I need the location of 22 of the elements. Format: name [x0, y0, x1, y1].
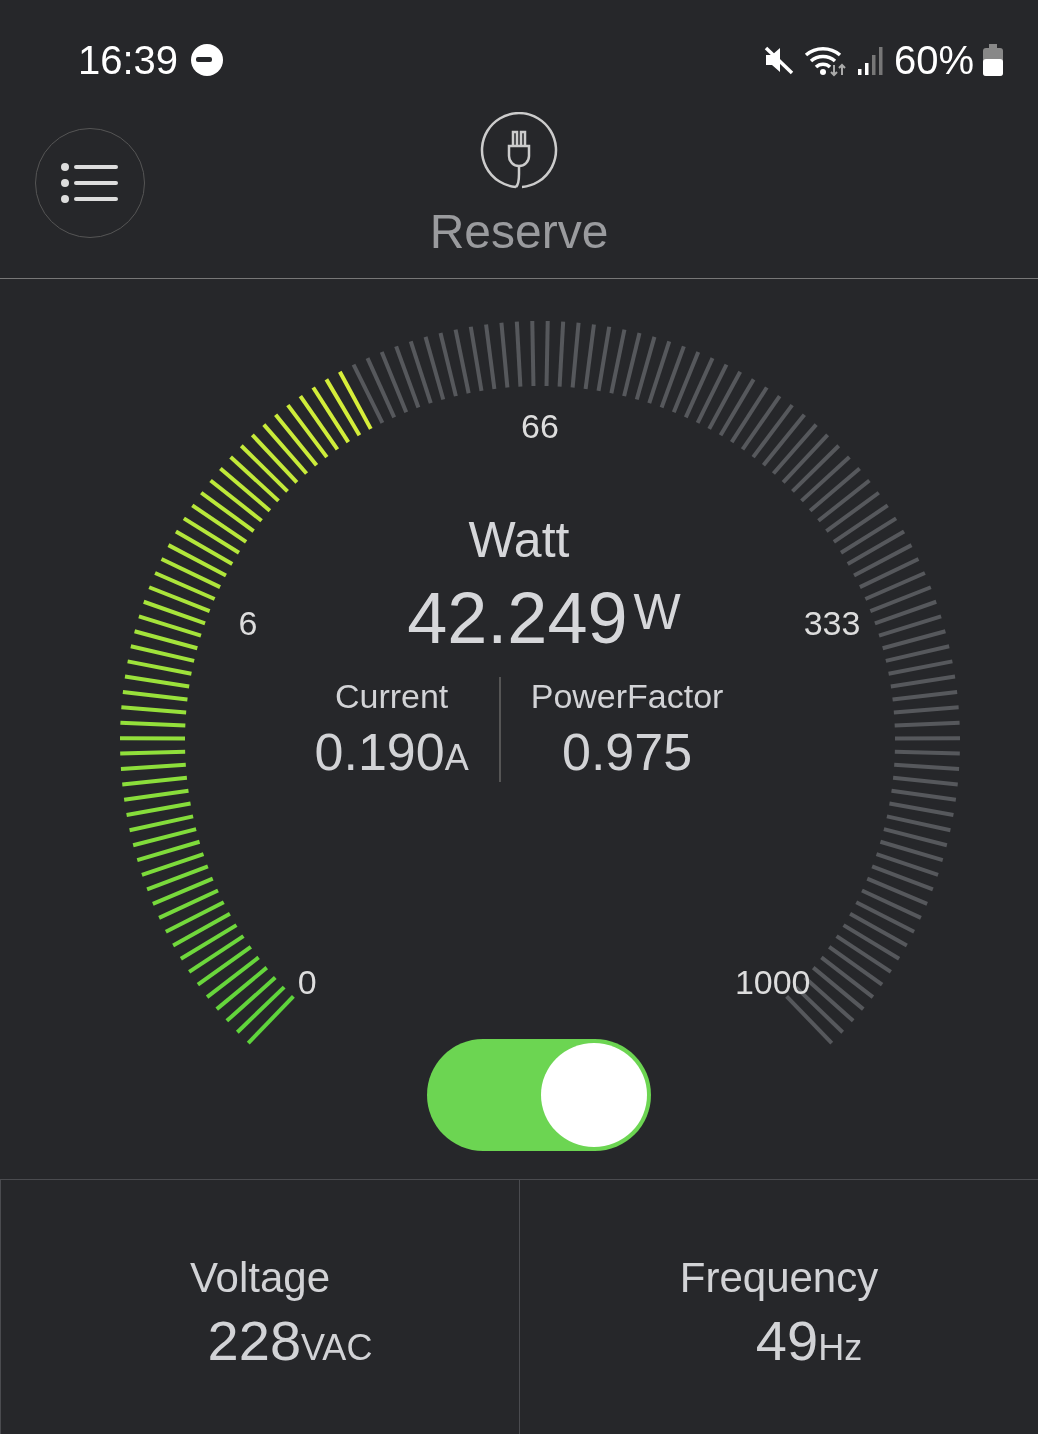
stat-value: 228VAC — [207, 1307, 373, 1373]
scale-label: 333 — [803, 603, 861, 643]
stat-label: Frequency — [679, 1253, 879, 1302]
scale-label: 66 — [521, 406, 559, 446]
watt-value: 42.249$^{W}$ — [407, 577, 681, 659]
reading-label: Current — [334, 677, 449, 716]
stat-label: Voltage — [189, 1253, 331, 1302]
scale-label: 6 — [238, 603, 258, 643]
reading-label: PowerFactor — [530, 677, 724, 716]
status-time: 16:39 — [78, 37, 179, 83]
watt-label: Watt — [468, 511, 570, 569]
reading-value: 0.975 — [562, 722, 693, 782]
status-dot-icon — [190, 43, 225, 77]
reading-value: 0.190A — [314, 722, 469, 782]
menu-icon — [60, 161, 120, 205]
device-title: Reserve — [429, 204, 609, 259]
plug-icon — [480, 112, 558, 190]
stat-value: 49Hz — [755, 1307, 863, 1373]
battery-icon — [982, 43, 1004, 77]
battery-percent: 60% — [893, 37, 974, 83]
scale-label: 1000 — [734, 962, 811, 1002]
scale-label: 0 — [297, 962, 317, 1002]
